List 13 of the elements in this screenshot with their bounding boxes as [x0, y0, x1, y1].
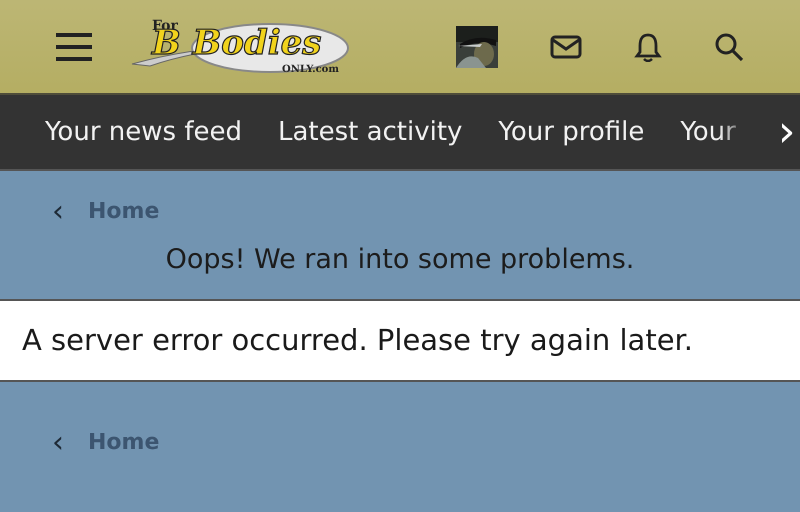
nav-link[interactable]: Latest activity	[278, 112, 462, 152]
logo-text: ONLY.com	[282, 62, 339, 76]
page-title: Oops! We ran into some problems.	[164, 243, 636, 277]
next-button[interactable]: ›	[772, 109, 800, 155]
back-icon[interactable]: ‹	[52, 196, 64, 226]
nav-link[interactable]: Your news feed	[45, 112, 242, 152]
mail-icon[interactable]	[550, 34, 582, 58]
back-icon[interactable]: ‹	[52, 428, 64, 458]
nav-link[interactable]: Your profile	[498, 112, 644, 152]
search-icon[interactable]	[714, 32, 744, 62]
error-message: A server error occurred. Please try again later.	[0, 298, 800, 382]
bell-icon[interactable]	[634, 32, 662, 62]
menu-icon[interactable]	[56, 32, 92, 62]
